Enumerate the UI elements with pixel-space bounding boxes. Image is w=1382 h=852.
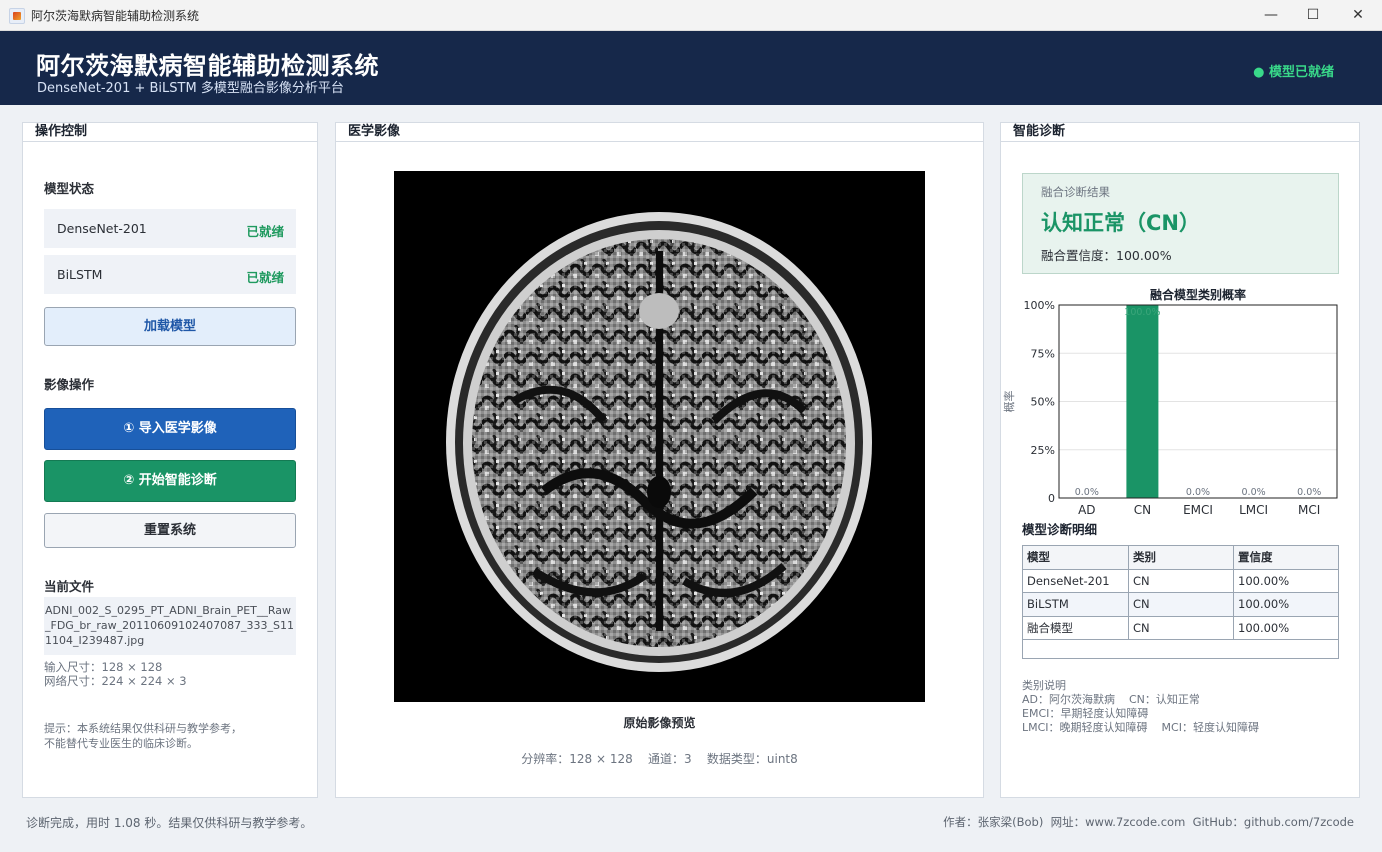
- panel-divider: [23, 141, 317, 142]
- model-detail-table: 模型 类别 置信度 DenseNet-201 CN 100.00% BiLSTM…: [1022, 545, 1339, 659]
- table-row: BiLSTM CN 100.00%: [1022, 592, 1339, 617]
- y-tick-label: 75%: [1031, 347, 1055, 360]
- legend-title: 类别说明: [1022, 679, 1066, 692]
- app-icon: [9, 8, 25, 24]
- fusion-result-label: 融合诊断结果: [1041, 185, 1110, 199]
- reset-system-button[interactable]: 重置系统: [44, 513, 296, 548]
- import-image-button[interactable]: ① 导入医学影像: [44, 408, 296, 450]
- chart-title: 融合模型类别概率: [1150, 287, 1246, 302]
- table-row: DenseNet-201 CN 100.00%: [1022, 568, 1339, 593]
- window-title: 阿尔茨海默病智能辅助检测系统: [31, 9, 200, 23]
- table-cell: 融合模型: [1022, 615, 1129, 640]
- control-panel: 操作控制 模型状态 DenseNet-201 已就绪 BiLSTM 已就绪 加载…: [22, 122, 318, 798]
- table-cell: 100.00%: [1233, 568, 1339, 593]
- column-header: 模型: [1022, 545, 1129, 570]
- class-legend: 类别说明 AD：阿尔茨海默病 CN：认知正常 EMCI：早期轻度认知障碍 LMC…: [1022, 679, 1259, 735]
- model-status-densenet: DenseNet-201 已就绪: [44, 209, 296, 248]
- fusion-confidence: 融合置信度：100.00%: [1041, 248, 1172, 263]
- data-label: 0.0%: [1186, 487, 1210, 498]
- table-row: 融合模型 CN 100.00%: [1022, 615, 1339, 640]
- data-label: 100.0%: [1124, 307, 1160, 318]
- model-status-badge: 已就绪: [246, 224, 284, 239]
- detail-table-title: 模型诊断明细: [1022, 522, 1098, 537]
- window-titlebar: 阿尔茨海默病智能辅助检测系统 — ☐ ✕: [0, 0, 1382, 31]
- y-tick-label: 100%: [1024, 299, 1055, 312]
- legend-line: LMCI：晚期轻度认知障碍 MCI：轻度认知障碍: [1022, 721, 1259, 734]
- fusion-result-value: 认知正常（CN）: [1041, 211, 1200, 235]
- x-tick-label: LMCI: [1239, 503, 1268, 517]
- image-metadata: 分辨率：128 × 128 通道：3 数据类型：uint8: [521, 752, 798, 766]
- table-header-row: 模型 类别 置信度: [1022, 545, 1339, 570]
- panel-divider: [1001, 141, 1359, 142]
- x-tick-label: CN: [1134, 503, 1151, 517]
- panel-title: 操作控制: [35, 124, 88, 139]
- status-message: 诊断完成，用时 1.08 秒。结果仅供科研与教学参考。: [26, 816, 313, 830]
- legend-line: EMCI：早期轻度认知障碍: [1022, 707, 1149, 720]
- load-model-button[interactable]: 加载模型: [44, 307, 296, 346]
- x-tick-label: MCI: [1298, 503, 1320, 517]
- image-caption: 原始影像预览: [623, 716, 696, 730]
- start-diagnosis-button[interactable]: ② 开始智能诊断: [44, 460, 296, 502]
- app-subtitle: DenseNet-201 + BiLSTM 多模型融合影像分析平台: [37, 81, 344, 96]
- column-header: 类别: [1128, 545, 1234, 570]
- table-cell: [1022, 639, 1339, 659]
- network-size-text: 网络尺寸：224 × 224 × 3: [44, 674, 187, 688]
- app-title: 阿尔茨海默病智能辅助检测系统: [36, 52, 379, 80]
- model-status-label: 模型状态: [44, 181, 95, 196]
- column-header: 置信度: [1233, 545, 1339, 570]
- close-icon[interactable]: ✕: [1336, 0, 1380, 31]
- data-label: 0.0%: [1242, 487, 1266, 498]
- minimize-icon[interactable]: —: [1249, 0, 1293, 31]
- app-header: 阿尔茨海默病智能辅助检测系统 DenseNet-201 + BiLSTM 多模型…: [0, 31, 1382, 105]
- model-ready-status: ● 模型已就绪: [1253, 65, 1334, 80]
- table-cell: CN: [1128, 592, 1234, 617]
- data-label: 0.0%: [1075, 487, 1099, 498]
- table-cell: 100.00%: [1233, 592, 1339, 617]
- y-tick-label: 25%: [1031, 444, 1055, 457]
- x-tick-label: EMCI: [1183, 503, 1213, 517]
- fusion-result-card: 融合诊断结果 认知正常（CN） 融合置信度：100.00%: [1022, 173, 1339, 274]
- panel-title: 智能诊断: [1013, 124, 1066, 139]
- table-cell: CN: [1128, 568, 1234, 593]
- probability-bar-chart: 融合模型类别概率 0 25% 50% 75% 100% 概率 0.0% AD 100.0% CN 0.…: [1002, 287, 1338, 517]
- table-cell: DenseNet-201: [1022, 568, 1129, 593]
- table-row-empty: [1022, 639, 1339, 659]
- model-name: DenseNet-201: [57, 221, 147, 236]
- model-status-bilstm: BiLSTM 已就绪: [44, 255, 296, 294]
- image-panel: 医学影像 原始影像预览 分辨率：128 × 128 通道：3 数据类型：uint…: [335, 122, 984, 798]
- y-tick-label: 0: [1048, 492, 1055, 505]
- image-ops-label: 影像操作: [44, 377, 95, 392]
- model-status-badge: 已就绪: [246, 270, 284, 285]
- brain-scan-image: [394, 171, 925, 702]
- input-size-text: 输入尺寸：128 × 128: [44, 660, 163, 674]
- disclaimer-line-1: 提示：本系统结果仅供科研与教学参考，: [44, 722, 242, 735]
- maximize-icon[interactable]: ☐: [1291, 0, 1335, 31]
- author-info: 作者：张家梁(Bob) 网址：www.7zcode.com GitHub：git…: [943, 815, 1354, 829]
- panel-divider: [336, 141, 983, 142]
- table-cell: CN: [1128, 615, 1234, 640]
- disclaimer-line-2: 不能替代专业医生的临床诊断。: [44, 737, 198, 750]
- brain-mri-graphic: [446, 212, 872, 672]
- table-cell: BiLSTM: [1022, 592, 1129, 617]
- legend-line: AD：阿尔茨海默病 CN：认知正常: [1022, 693, 1200, 706]
- current-file-name: ADNI_002_S_0295_PT_ADNI_Brain_PET__Raw_F…: [44, 597, 296, 655]
- diagnosis-panel: 智能诊断 融合诊断结果 认知正常（CN） 融合置信度：100.00% 融合模型类…: [1000, 122, 1360, 798]
- y-tick-label: 50%: [1031, 396, 1055, 409]
- current-file-label: 当前文件: [44, 579, 95, 594]
- model-name: BiLSTM: [57, 267, 103, 282]
- bar-cn: [1126, 305, 1159, 498]
- panel-title: 医学影像: [348, 124, 401, 139]
- x-tick-label: AD: [1078, 503, 1095, 517]
- data-label: 0.0%: [1297, 487, 1321, 498]
- table-cell: 100.00%: [1233, 615, 1339, 640]
- y-axis-label: 概率: [1002, 391, 1016, 413]
